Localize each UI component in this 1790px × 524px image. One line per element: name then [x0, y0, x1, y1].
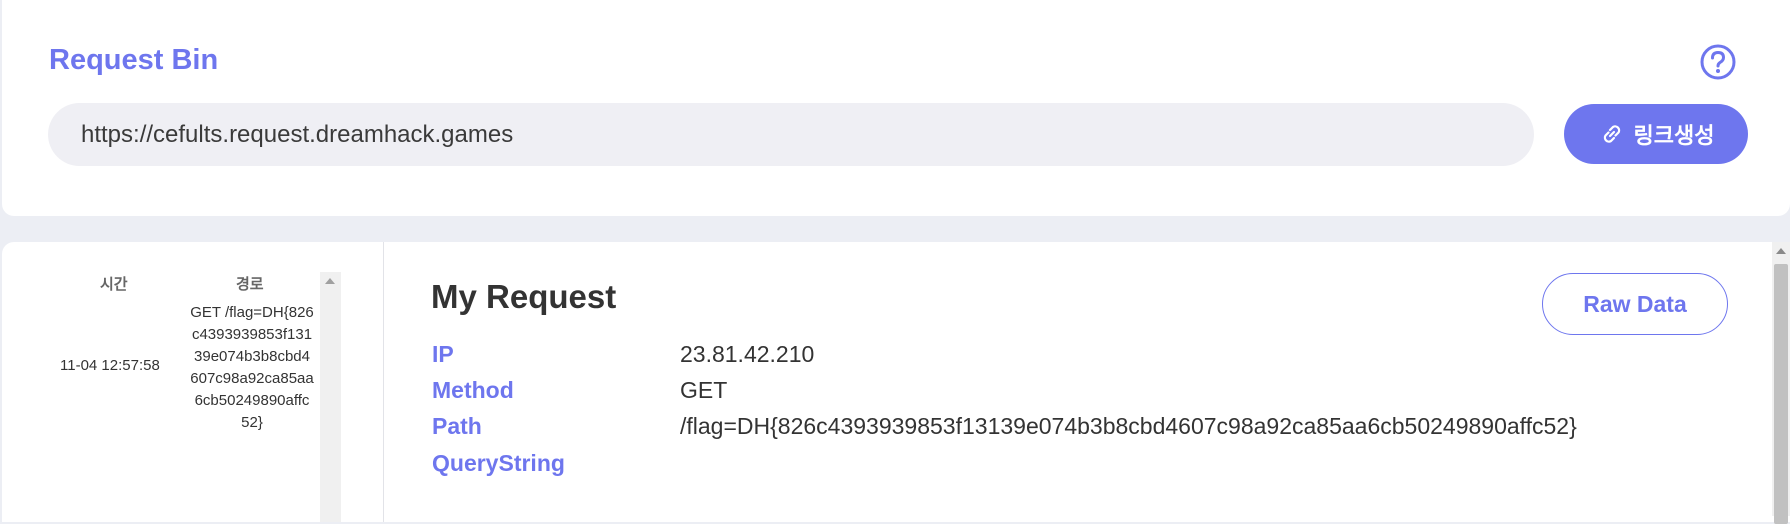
page-title: Request Bin	[49, 44, 219, 76]
question-circle-icon[interactable]	[1699, 43, 1737, 81]
column-header-time: 시간	[100, 276, 128, 293]
request-time: 11-04 12:57:58	[60, 357, 160, 374]
request-detail: My Request Raw Data IP 23.81.42.210 Meth…	[385, 242, 1765, 522]
field-label-querystring: QueryString	[432, 450, 565, 476]
link-icon	[1603, 125, 1620, 143]
column-header-path: 경로	[236, 276, 264, 293]
request-row[interactable]: 11-04 12:57:58 GET /flag=DH{826 c4393939…	[2, 302, 322, 442]
scroll-up-arrow-icon[interactable]	[1776, 248, 1786, 254]
list-scrollbar[interactable]	[320, 272, 341, 522]
bin-url-input[interactable]	[48, 103, 1534, 166]
request-path-line: 52}	[241, 414, 263, 431]
request-list: 시간 경로 11-04 12:57:58 GET /flag=DH{826 c4…	[2, 242, 384, 522]
request-path: GET /flag=DH{826 c4393939853f131 39e074b…	[184, 302, 320, 434]
request-path-line: 607c98a92ca85aa	[190, 370, 314, 387]
request-path-line: GET /flag=DH{826	[190, 304, 314, 321]
field-value-ip: 23.81.42.210	[680, 341, 815, 367]
create-link-button[interactable]: 링크생성	[1564, 104, 1748, 164]
field-label-ip: IP	[432, 341, 454, 367]
request-bin-header: Request Bin 링크생성	[2, 0, 1790, 216]
page-scrollbar[interactable]	[1772, 242, 1790, 524]
create-link-label: 링크생성	[1633, 123, 1715, 148]
field-label-path: Path	[432, 413, 482, 439]
scroll-up-arrow-icon[interactable]	[325, 278, 335, 284]
request-path-line: 39e074b3b8cbd4	[194, 348, 310, 365]
detail-title: My Request	[431, 278, 617, 315]
field-value-path: /flag=DH{826c4393939853f13139e074b3b8cbd…	[680, 413, 1577, 439]
field-label-method: Method	[432, 377, 514, 403]
scrollbar-thumb[interactable]	[1774, 264, 1788, 524]
request-path-line: c4393939853f131	[191, 326, 313, 343]
raw-data-button[interactable]: Raw Data	[1542, 273, 1728, 335]
request-path-line: 6cb50249890affc	[194, 392, 310, 409]
field-value-method: GET	[680, 377, 728, 403]
request-panel: 시간 경로 11-04 12:57:58 GET /flag=DH{826 c4…	[2, 242, 1790, 522]
